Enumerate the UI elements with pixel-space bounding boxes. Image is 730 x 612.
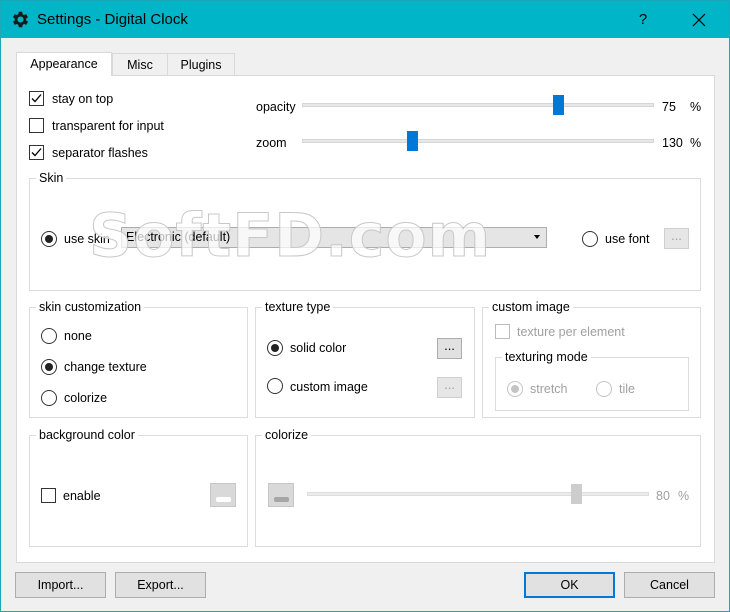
zoom-unit: %: [690, 136, 702, 150]
colorize-slider-track[interactable]: [307, 492, 649, 496]
custom-image-label: custom image: [290, 380, 368, 394]
title-bar[interactable]: Settings - Digital Clock ?: [1, 1, 729, 38]
texturing-mode-title: texturing mode: [502, 350, 591, 364]
solid-color-browse-button[interactable]: ...: [437, 338, 462, 359]
background-enable-checkbox[interactable]: [41, 488, 56, 503]
checkmark-icon: [31, 148, 42, 157]
cancel-button[interactable]: Cancel: [624, 572, 715, 598]
colorize-unit: %: [678, 489, 690, 503]
use-font-radio[interactable]: [582, 231, 598, 247]
separator-flashes-label: separator flashes: [52, 146, 148, 160]
export-button[interactable]: Export...: [115, 572, 206, 598]
window-title: Settings - Digital Clock: [37, 11, 188, 28]
checkmark-icon: [31, 94, 42, 103]
texture-per-element-label: texture per element: [517, 325, 625, 339]
close-button[interactable]: [677, 4, 721, 36]
tile-label: tile: [619, 382, 635, 396]
opacity-slider-thumb[interactable]: [553, 95, 564, 115]
separator-flashes-checkbox[interactable]: [29, 145, 44, 160]
opacity-label: opacity: [256, 100, 296, 114]
zoom-value: 130: [662, 136, 683, 150]
settings-window: Settings - Digital Clock ? Appearance Mi…: [0, 0, 730, 612]
solid-color-label: solid color: [290, 341, 347, 355]
zoom-slider-track[interactable]: [302, 139, 654, 143]
colorize-slider-thumb[interactable]: [571, 484, 582, 504]
texture-per-element-checkbox[interactable]: [495, 324, 510, 339]
font-browse-button[interactable]: ...: [664, 228, 689, 249]
tab-plugins[interactable]: Plugins: [167, 53, 235, 76]
custom-image-radio[interactable]: [267, 378, 283, 394]
import-button[interactable]: Import...: [15, 572, 106, 598]
opacity-value: 75: [662, 100, 676, 114]
watermark-text: SoftFD.com: [88, 201, 492, 272]
chevron-down-icon: [534, 235, 540, 239]
tile-radio[interactable]: [596, 381, 612, 397]
texture-type-title: texture type: [262, 300, 334, 314]
tab-misc[interactable]: Misc: [112, 53, 168, 76]
use-skin-radio[interactable]: [41, 231, 57, 247]
background-color-title: background color: [36, 428, 138, 442]
colorize-title: colorize: [262, 428, 312, 442]
color-swatch: [216, 497, 231, 502]
stretch-radio[interactable]: [507, 381, 523, 397]
background-color-button[interactable]: [210, 483, 236, 507]
use-font-label: use font: [605, 232, 650, 246]
colorize-group: [255, 435, 701, 547]
stay-on-top-label: stay on top: [52, 92, 114, 106]
colorize-color-button[interactable]: [268, 483, 294, 507]
zoom-slider-thumb[interactable]: [407, 131, 418, 151]
colorize-value: 80: [656, 489, 670, 503]
custom-image-group-title: custom image: [489, 300, 573, 314]
customization-change-texture-label: change texture: [64, 360, 147, 374]
customization-colorize-label: colorize: [64, 391, 108, 405]
texture-type-group: [255, 307, 475, 418]
background-enable-label: enable: [63, 489, 101, 503]
ok-button[interactable]: OK: [524, 572, 615, 598]
solid-color-radio[interactable]: [267, 340, 283, 356]
skin-group-title: Skin: [36, 171, 67, 185]
stretch-label: stretch: [530, 382, 568, 396]
customization-change-texture-radio[interactable]: [41, 359, 57, 375]
zoom-label: zoom: [256, 136, 287, 150]
opacity-slider-track[interactable]: [302, 103, 654, 107]
opacity-unit: %: [690, 100, 702, 114]
skin-customization-title: skin customization: [36, 300, 145, 314]
transparent-for-input-checkbox[interactable]: [29, 118, 44, 133]
color-swatch: [274, 497, 289, 502]
texturing-mode-group: [495, 357, 689, 411]
customization-colorize-radio[interactable]: [41, 390, 57, 406]
gear-icon: [10, 9, 31, 30]
customization-none-radio[interactable]: [41, 328, 57, 344]
help-button[interactable]: ?: [623, 4, 663, 36]
transparent-for-input-label: transparent for input: [52, 119, 164, 133]
stay-on-top-checkbox[interactable]: [29, 91, 44, 106]
customization-none-label: none: [64, 329, 92, 343]
custom-image-browse-button[interactable]: ...: [437, 377, 462, 398]
tab-appearance[interactable]: Appearance: [16, 52, 112, 76]
appearance-panel: stay on top transparent for input separa…: [16, 75, 715, 563]
close-icon: [692, 13, 706, 27]
